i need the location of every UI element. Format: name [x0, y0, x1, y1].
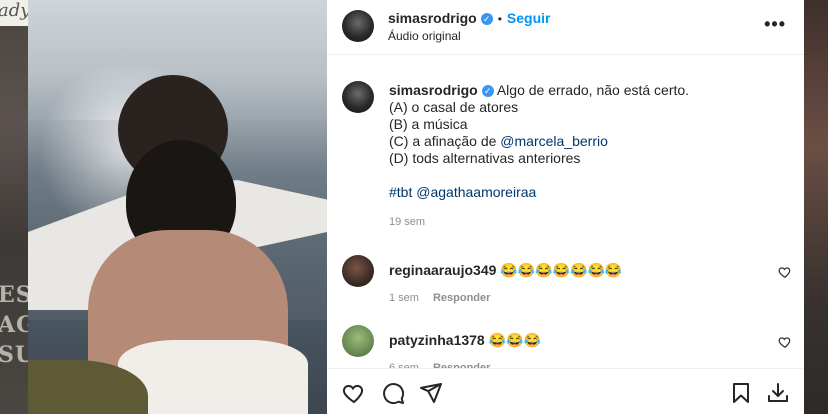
caption-option-b: (B) a música	[389, 116, 468, 132]
comment-timestamp: 1 sem	[389, 292, 419, 304]
bookmark-icon[interactable]	[729, 381, 753, 405]
background-text-fragment: ady	[0, 0, 31, 21]
verified-badge-icon: ✓	[481, 85, 494, 98]
reply-button[interactable]: Responder	[433, 292, 490, 304]
comment-emoji: 😂😂😂	[488, 332, 541, 348]
caption-text: Algo de errado, não está certo.	[496, 82, 690, 98]
send-icon[interactable]	[419, 381, 443, 405]
hashtag-link[interactable]: #tbt	[389, 184, 412, 200]
comment-item: reginaaraujo349 😂😂😂😂😂😂😂 1 sem Responder	[342, 255, 792, 315]
author-username[interactable]: simasrodrigo	[388, 10, 477, 26]
caption-author-avatar[interactable]	[342, 81, 374, 113]
post-panel: simasrodrigo ✓ • Seguir Áudio original ••• …	[327, 0, 804, 414]
follow-button[interactable]: Seguir	[507, 10, 551, 26]
caption-tags: #tbt @agathaamoreiraa	[389, 184, 789, 201]
mention-link[interactable]: @agathaamoreiraa	[416, 184, 536, 200]
separator-dot: •	[497, 12, 502, 26]
comment-icon[interactable]	[381, 381, 405, 405]
comment-text: patyzinha1378 😂😂😂	[389, 332, 541, 349]
comment-meta: 1 sem Responder	[389, 292, 490, 304]
heart-icon[interactable]	[342, 381, 366, 405]
background-top-left: ady	[0, 0, 31, 26]
caption-option-c: (C) a afinação de @marcela_berrio	[389, 133, 789, 150]
caption-timestamp: 19 sem	[389, 216, 426, 228]
download-icon[interactable]	[766, 381, 790, 405]
comment-emoji: 😂😂😂😂😂😂😂	[500, 262, 623, 278]
comment-text: reginaaraujo349 😂😂😂😂😂😂😂	[389, 262, 622, 279]
caption-option-a: (A) o casal de atores	[389, 99, 519, 115]
caption-option-c-text: (C) a afinação de	[389, 133, 501, 149]
caption-body: simasrodrigo ✓ Algo de errado, não está c…	[389, 82, 789, 201]
post-header: simasrodrigo ✓ • Seguir Áudio original •••	[327, 0, 804, 55]
verified-badge-icon: ✓	[480, 13, 493, 26]
post-video[interactable]	[28, 0, 327, 414]
commenter-avatar[interactable]	[342, 255, 374, 287]
commenter-avatar[interactable]	[342, 325, 374, 357]
mention-link[interactable]: @marcela_berrio	[500, 133, 608, 149]
author-avatar[interactable]	[342, 10, 374, 42]
caption-first-line: simasrodrigo ✓ Algo de errado, não está c…	[389, 82, 789, 99]
post-actions-bar	[327, 368, 804, 414]
more-options-icon[interactable]: •••	[764, 14, 786, 35]
heart-icon[interactable]	[778, 265, 792, 279]
caption-username[interactable]: simasrodrigo	[389, 82, 478, 98]
commenter-username[interactable]: reginaaraujo349	[389, 262, 496, 278]
author-line: simasrodrigo ✓ • Seguir	[388, 10, 550, 26]
background-left-strip: ES AG SU	[0, 0, 35, 414]
audio-label[interactable]: Áudio original	[388, 29, 461, 43]
background-right-strip	[804, 0, 828, 414]
caption-option-d: (D) tods alternativas anteriores	[389, 150, 581, 166]
commenter-username[interactable]: patyzinha1378	[389, 332, 485, 348]
heart-icon[interactable]	[778, 335, 792, 349]
